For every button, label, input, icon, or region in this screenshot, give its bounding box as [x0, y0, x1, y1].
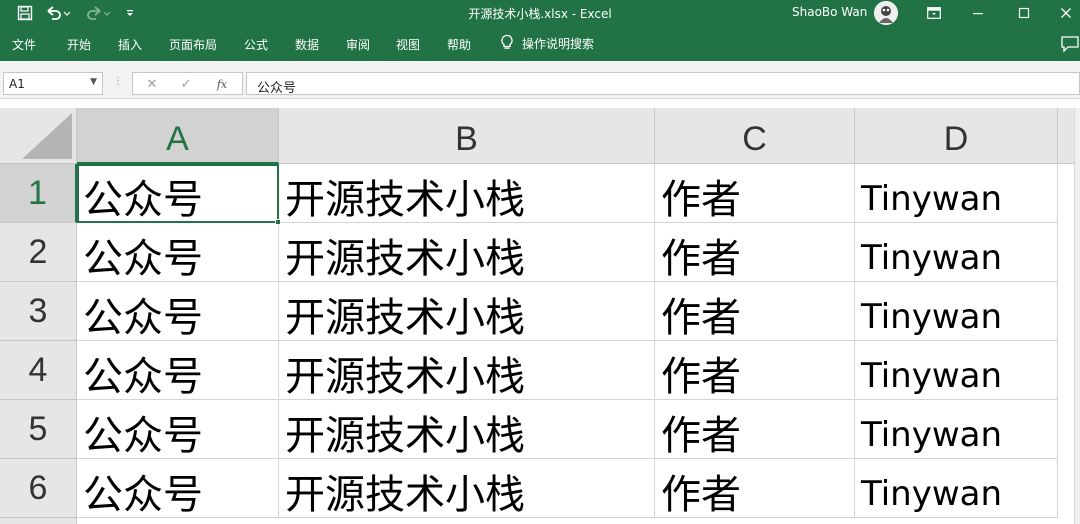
cell-b4[interactable]: 开源技术小栈 [279, 341, 655, 400]
column-header-a[interactable]: A [77, 108, 279, 164]
name-box[interactable]: A1 ▼ [3, 72, 103, 95]
cell-b2[interactable]: 开源技术小栈 [279, 223, 655, 282]
cell-a6[interactable]: 公众号 [77, 459, 279, 518]
tab-view[interactable]: 视图 [396, 36, 420, 53]
tab-file[interactable]: 文件 [12, 36, 36, 53]
cell-d1[interactable]: Tinywan [855, 164, 1058, 223]
cell-b6[interactable]: 开源技术小栈 [279, 459, 655, 518]
cell-a4[interactable]: 公众号 [77, 341, 279, 400]
formula-buttons: ✕ ✓ fx [132, 72, 243, 95]
cell-b5[interactable]: 开源技术小栈 [279, 400, 655, 459]
row-header-3[interactable]: 3 [0, 282, 77, 341]
row-header-2[interactable]: 2 [0, 223, 77, 282]
cell-c1[interactable]: 作者 [655, 164, 855, 223]
formula-input[interactable]: 公众号 [246, 72, 1080, 96]
close-icon[interactable] [1054, 3, 1078, 23]
column-header-c[interactable]: C [655, 108, 855, 164]
tab-home[interactable]: 开始 [67, 36, 91, 53]
select-all-button[interactable] [0, 108, 77, 164]
enter-icon[interactable]: ✓ [175, 75, 197, 93]
tab-page-layout[interactable]: 页面布局 [169, 36, 217, 53]
ribbon-collapsed-area [0, 61, 1080, 69]
row-header-1[interactable]: 1 [0, 164, 77, 223]
title-bar: 开源技术小栈.xlsx - Excel ShaoBo Wan [0, 0, 1080, 27]
tab-help[interactable]: 帮助 [447, 36, 471, 53]
maximize-icon[interactable] [1012, 3, 1036, 23]
cell-a2[interactable]: 公众号 [77, 223, 279, 282]
cell-c5[interactable]: 作者 [655, 400, 855, 459]
cell-c6[interactable]: 作者 [655, 459, 855, 518]
name-box-value: A1 [9, 77, 25, 91]
cell-a5[interactable]: 公众号 [77, 400, 279, 459]
cell-c2[interactable]: 作者 [655, 223, 855, 282]
cancel-icon[interactable]: ✕ [141, 75, 163, 93]
tab-formulas[interactable]: 公式 [244, 36, 268, 53]
row-header-7[interactable] [0, 518, 77, 524]
formula-bar: A1 ▼ ⋮ ✕ ✓ fx 公众号 [0, 69, 1080, 99]
ribbon-tabs: 文件 开始 插入 页面布局 公式 数据 审阅 视图 帮助 操作说明搜索 [0, 27, 1080, 61]
insert-function-icon[interactable]: fx [211, 75, 233, 93]
window-title: 开源技术小栈.xlsx - Excel [468, 7, 612, 21]
tab-data[interactable]: 数据 [295, 36, 319, 53]
cell-d3[interactable]: Tinywan [855, 282, 1058, 341]
cell-c3[interactable]: 作者 [655, 282, 855, 341]
chevron-down-icon[interactable]: ▼ [90, 77, 97, 87]
cell-d2[interactable]: Tinywan [855, 223, 1058, 282]
cell-a3[interactable]: 公众号 [77, 282, 279, 341]
cell-d4[interactable]: Tinywan [855, 341, 1058, 400]
column-header-d[interactable]: D [855, 108, 1058, 164]
minimize-icon[interactable] [966, 3, 990, 23]
tell-me-search[interactable]: 操作说明搜索 [500, 34, 594, 53]
worksheet-grid: A B C D 1 公众号 开源技术小栈 作者 Tinywan 2 公众号 开源… [0, 108, 1080, 524]
comment-icon[interactable] [1060, 35, 1080, 53]
column-header-b[interactable]: B [279, 108, 655, 164]
tab-review[interactable]: 审阅 [346, 36, 370, 53]
cell-d6[interactable]: Tinywan [855, 459, 1058, 518]
row-header-6[interactable]: 6 [0, 459, 77, 518]
avatar[interactable] [874, 1, 898, 25]
vertical-scrollbar[interactable] [1074, 108, 1080, 524]
drag-handle-icon[interactable]: ⋮ [113, 76, 123, 87]
cell-a1[interactable]: 公众号 [77, 164, 279, 223]
cell-b3[interactable]: 开源技术小栈 [279, 282, 655, 341]
ribbon-display-icon[interactable] [922, 3, 946, 23]
cell-c4[interactable]: 作者 [655, 341, 855, 400]
cell-b1[interactable]: 开源技术小栈 [279, 164, 655, 223]
row-header-5[interactable]: 5 [0, 400, 77, 459]
cell-d5[interactable]: Tinywan [855, 400, 1058, 459]
tab-insert[interactable]: 插入 [118, 36, 142, 53]
user-name[interactable]: ShaoBo Wan [792, 5, 867, 19]
lightbulb-icon [500, 34, 514, 53]
tell-me-label: 操作说明搜索 [522, 37, 595, 51]
row-header-4[interactable]: 4 [0, 341, 77, 400]
